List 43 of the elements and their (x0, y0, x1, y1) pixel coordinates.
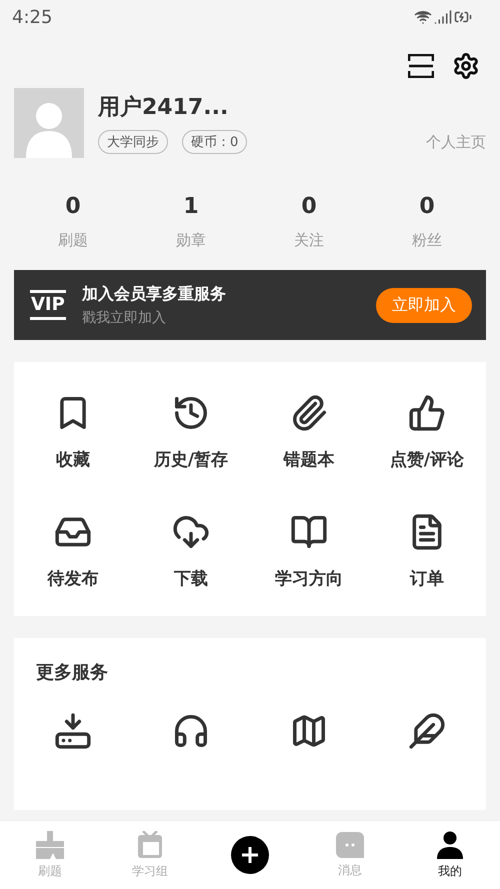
feature-label[interactable]: 学习方向 (275, 567, 343, 590)
thumbs-up-icon (408, 394, 446, 432)
settings-icon[interactable] (452, 52, 480, 80)
feature-label[interactable]: 收藏 (56, 448, 90, 471)
history-icon (172, 394, 210, 432)
vip-logo: VIP (30, 290, 66, 320)
headphones-icon (172, 712, 210, 750)
vip-subtitle: 戳我立即加入 (82, 308, 167, 326)
person-icon (436, 830, 464, 858)
vip-title: 加入会员享多重服务 (82, 284, 227, 304)
stat-value: 0 (419, 194, 435, 219)
nav-tab[interactable]: 我的 (438, 862, 462, 880)
feature-label[interactable]: 订单 (410, 567, 444, 590)
status-time: 4:25 (12, 6, 52, 28)
stat-label: 刷题 (58, 231, 88, 250)
add-button[interactable] (231, 836, 269, 874)
vip-banner[interactable]: VIP 加入会员享多重服务 戳我立即加入 立即加入 (14, 270, 486, 340)
signal-icon (434, 8, 452, 26)
stat-label: 粉丝 (412, 231, 442, 250)
stat-value: 0 (65, 194, 81, 219)
profile-tag[interactable]: 大学同步 (98, 130, 168, 154)
stat-value: 1 (183, 194, 199, 219)
wifi-icon (414, 8, 432, 26)
feature-label[interactable]: 错题本 (284, 448, 334, 471)
feature-label[interactable]: 历史/暂存 (154, 448, 228, 471)
stat-label: 关注 (294, 231, 324, 250)
feature-label[interactable]: 下载 (174, 567, 208, 590)
drive-download-icon (54, 712, 92, 750)
scan-icon[interactable] (408, 54, 434, 78)
brush-icon (35, 830, 65, 858)
plus-icon (240, 845, 260, 865)
chat-icon (336, 832, 364, 858)
stat-label: 勋章 (176, 231, 206, 250)
cloud-download-icon (172, 513, 210, 551)
feather-icon (408, 712, 446, 750)
feature-label[interactable]: 待发布 (48, 567, 98, 590)
user-name: 用户2417... (98, 94, 230, 122)
paperclip-icon (290, 394, 328, 432)
section-title: 更多服务 (35, 661, 109, 684)
feature-label[interactable]: 点赞/评论 (390, 448, 464, 471)
profile-tag[interactable]: 硬币：0 (182, 130, 248, 154)
open-book-icon (290, 513, 328, 551)
stat-value: 0 (301, 194, 317, 219)
